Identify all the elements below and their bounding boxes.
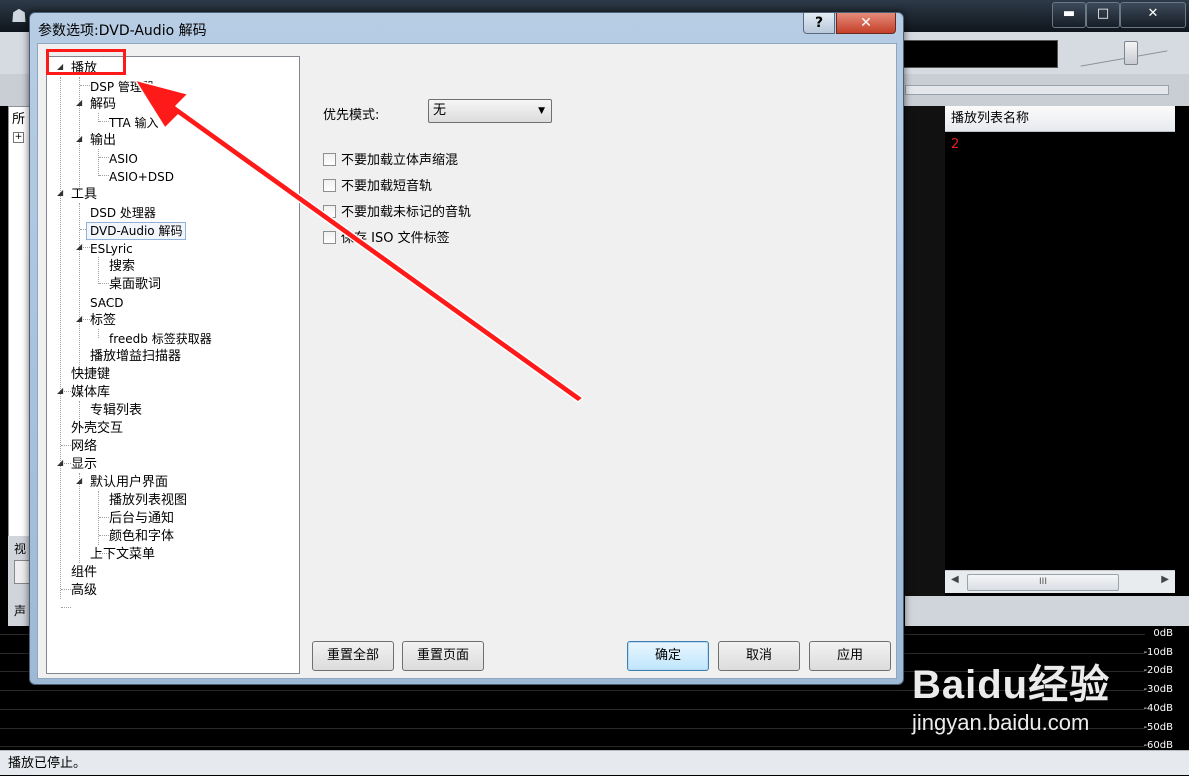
annotation-arrow-icon xyxy=(134,79,584,403)
